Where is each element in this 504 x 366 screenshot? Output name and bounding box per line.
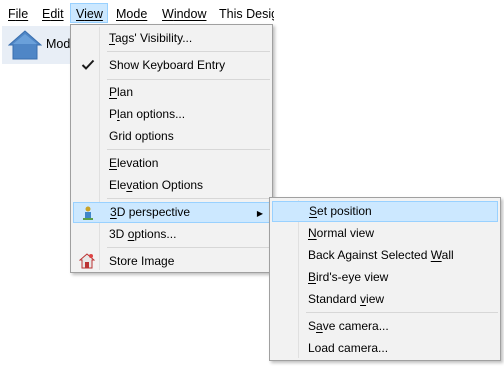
menu-item-standard-view[interactable]: Standard view	[272, 289, 498, 310]
menu-item-set-position[interactable]: Set position	[272, 201, 498, 222]
menu-window[interactable]: Window	[162, 4, 206, 24]
menubar: File Edit View Mode Window This Desig	[0, 4, 274, 26]
view-menu: Tags' Visibility... Show Keyboard Entry …	[70, 24, 273, 273]
camera-submenu: Set position Normal view Back Against Se…	[269, 197, 501, 361]
menu-item-load-camera[interactable]: Load camera...	[272, 338, 498, 359]
menu-item-back-against-wall[interactable]: Back Against Selected Wall	[272, 245, 498, 266]
store-image-icon	[79, 253, 95, 269]
menu-separator	[107, 79, 270, 80]
menu-item-elevation-options[interactable]: Elevation Options	[73, 175, 270, 196]
home-icon[interactable]	[8, 30, 42, 60]
menu-file[interactable]: File	[8, 4, 28, 24]
toolbar-mode-label: Mod	[46, 37, 71, 51]
menu-separator	[306, 312, 498, 313]
menu-separator	[107, 198, 270, 199]
menu-item-plan[interactable]: Plan	[73, 82, 270, 103]
menu-item-tags-visibility[interactable]: Tags' Visibility...	[73, 28, 270, 49]
menu-item-normal-view[interactable]: Normal view	[272, 223, 498, 244]
menu-item-plan-options[interactable]: Plan options...	[73, 104, 270, 125]
menu-separator	[107, 51, 270, 52]
menu-item-birds-eye-view[interactable]: Bird's-eye view	[272, 267, 498, 288]
menu-edit[interactable]: Edit	[42, 4, 64, 24]
menu-item-grid-options[interactable]: Grid options	[73, 126, 270, 147]
mode-toolbar: Mod	[2, 26, 70, 64]
checkmark-icon	[81, 59, 95, 70]
menu-item-3d-perspective[interactable]: 3D perspective ▶	[73, 202, 270, 223]
menu-this-design[interactable]: This Desig	[219, 4, 274, 24]
perspective-icon	[83, 206, 93, 220]
submenu-arrow-icon: ▶	[256, 209, 263, 218]
menu-item-elevation[interactable]: Elevation	[73, 153, 270, 174]
menu-mode[interactable]: Mode	[116, 4, 147, 24]
menu-item-show-keyboard-entry[interactable]: Show Keyboard Entry	[73, 55, 270, 76]
menu-item-save-camera[interactable]: Save camera...	[272, 316, 498, 337]
menu-view[interactable]: View	[76, 4, 103, 24]
menu-separator	[107, 247, 270, 248]
menu-separator	[107, 149, 270, 150]
menu-item-store-image[interactable]: Store Image	[73, 251, 270, 272]
menu-item-3d-options[interactable]: 3D options...	[73, 224, 270, 245]
